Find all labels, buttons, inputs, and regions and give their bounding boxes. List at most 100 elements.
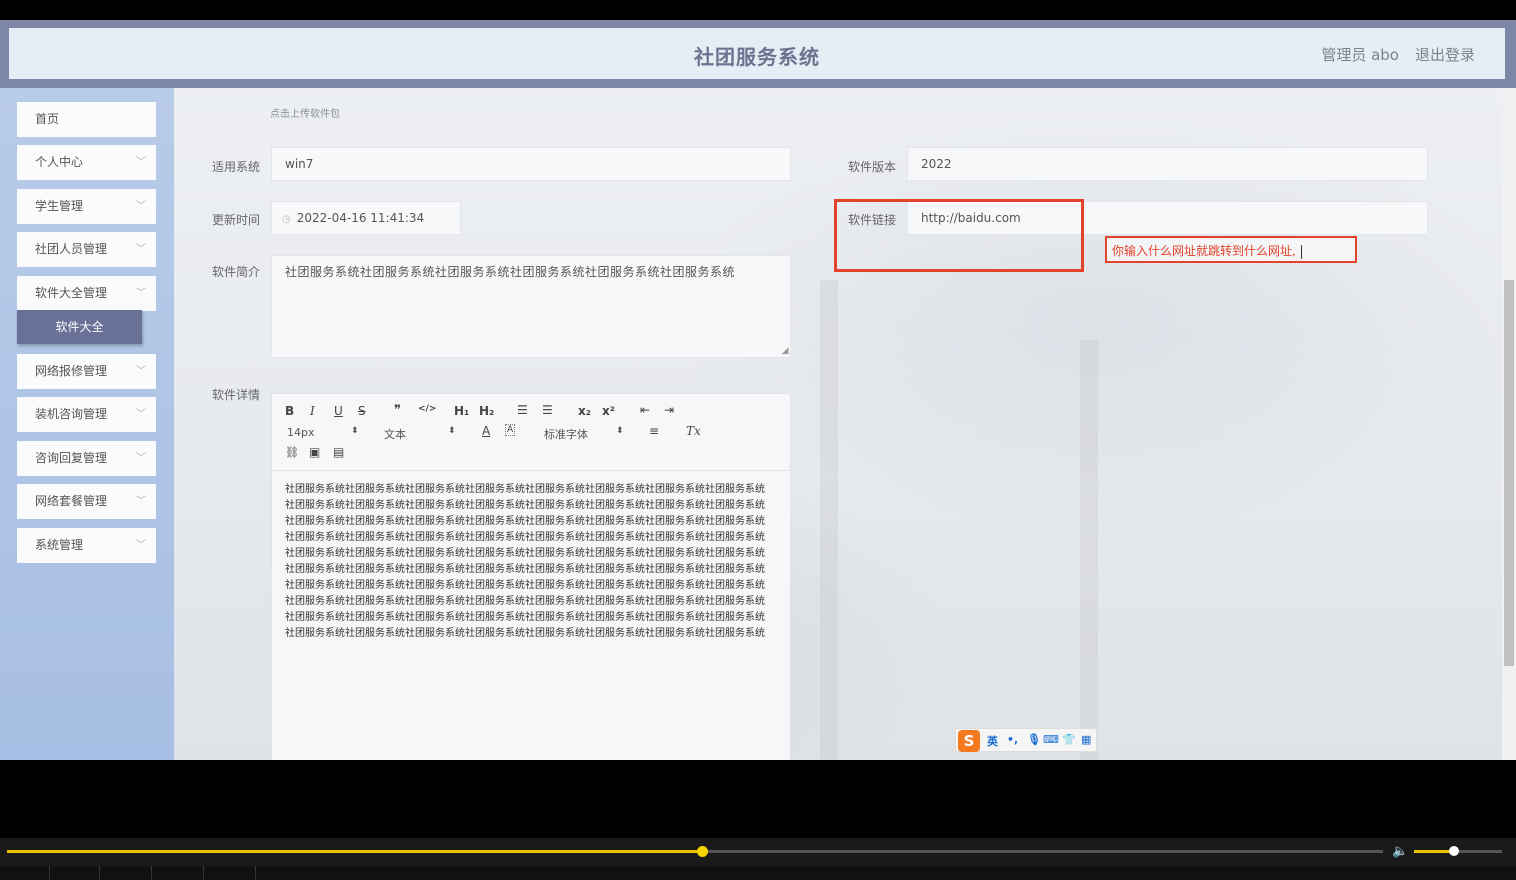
- chevron-down-icon: ﹀: [136, 288, 146, 299]
- grid-icon[interactable]: ▦: [1081, 733, 1091, 746]
- superscript-icon[interactable]: x²: [602, 404, 615, 418]
- sidebar-item-label: 首页: [35, 112, 60, 126]
- version-label: 软件版本: [847, 160, 896, 174]
- sidebar-item-repair[interactable]: 网络报修管理 ﹀: [17, 354, 156, 389]
- background-color-icon[interactable]: A: [505, 424, 516, 436]
- main-content: 点击上传软件包 适用系统 win7 软件版本 2022 更新时间 ◷ 2022-0…: [174, 88, 1502, 760]
- progress-fill: [7, 850, 702, 853]
- italic-icon[interactable]: I: [310, 404, 315, 418]
- page-scrollbar[interactable]: [1502, 88, 1516, 760]
- font-color-icon[interactable]: A: [482, 424, 490, 438]
- sidebar-item-reply[interactable]: 咨询回复管理 ﹀: [17, 441, 156, 476]
- sidebar-item-members[interactable]: 社团人员管理 ﹀: [17, 232, 156, 267]
- sidebar-item-home[interactable]: 首页: [17, 102, 156, 137]
- sidebar: 首页 个人中心 ﹀ 学生管理 ﹀ 社团人员管理 ﹀ 软件大全管理 ﹀ 软件大全 网络报修…: [0, 88, 174, 760]
- video-frame: 社团服务系统 管理员 abo 退出登录 首页 个人中心 ﹀ 学生管理 ﹀ 社团人员管…: [0, 20, 1516, 760]
- outdent-icon[interactable]: ⇤: [640, 403, 650, 417]
- chevron-down-icon: ﹀: [136, 366, 146, 377]
- volume-icon[interactable]: 🔈: [1392, 844, 1408, 859]
- ime-lang-toggle[interactable]: 英: [987, 733, 998, 749]
- sidebar-item-packages[interactable]: 网络套餐管理 ﹀: [17, 484, 156, 519]
- player-bottom-bar: [0, 866, 1516, 880]
- sidebar-item-system[interactable]: 系统管理 ﹀: [17, 528, 156, 563]
- font-size-select[interactable]: 14px: [287, 426, 315, 439]
- volume-fill: [1414, 850, 1454, 853]
- header: 社团服务系统 管理员 abo 退出登录: [0, 20, 1516, 88]
- volume-slider[interactable]: [1414, 846, 1502, 856]
- sidebar-item-label: 系统管理: [35, 538, 84, 552]
- updated-datepicker[interactable]: ◷ 2022-04-16 11:41:34: [271, 201, 461, 235]
- chevron-updown-icon: ⬍: [616, 426, 624, 436]
- quote-icon[interactable]: ❞: [394, 403, 401, 418]
- progress-handle[interactable]: [696, 846, 708, 857]
- scrollbar-thumb[interactable]: [1504, 280, 1514, 666]
- sogou-logo-icon[interactable]: S: [958, 730, 980, 752]
- sidebar-item-software[interactable]: 软件大全管理 ﹀: [17, 276, 156, 311]
- annotation-note-text: 你输入什么网址就跳转到什么网址,: [1112, 244, 1296, 258]
- underline-icon[interactable]: U: [334, 404, 343, 418]
- shirt-icon[interactable]: 👕: [1062, 733, 1076, 746]
- chevron-down-icon: ﹀: [136, 453, 146, 464]
- volume-handle[interactable]: [1448, 846, 1459, 856]
- ime-toolbar: S 英 •, 🎙 ⌨ 👕 ▦: [955, 728, 1097, 752]
- os-input[interactable]: win7: [271, 147, 791, 181]
- sidebar-item-label: 网络报修管理: [35, 364, 108, 378]
- sidebar-item-label: 装机咨询管理: [35, 407, 108, 421]
- updated-label: 更新时间: [211, 213, 260, 227]
- annotation-note: 你输入什么网址就跳转到什么网址,: [1105, 236, 1357, 263]
- keyboard-icon[interactable]: ⌨: [1043, 733, 1059, 746]
- ordered-list-icon[interactable]: ☰: [517, 403, 528, 417]
- progress-bar[interactable]: [7, 846, 1383, 857]
- h1-icon[interactable]: H₁: [454, 404, 469, 418]
- intro-textarea[interactable]: 社团服务系统社团服务系统社团服务系统社团服务系统社团服务系统社团服务系统 ◢: [271, 255, 791, 358]
- sidebar-subitem-software-list[interactable]: 软件大全: [17, 310, 142, 344]
- ime-punct-toggle[interactable]: •,: [1007, 733, 1018, 746]
- bullet-list-icon[interactable]: ☰: [542, 403, 553, 417]
- os-label: 适用系统: [211, 160, 260, 174]
- code-icon[interactable]: </>: [418, 404, 436, 414]
- header-bar: 社团服务系统 管理员 abo 退出登录: [9, 28, 1505, 79]
- video-icon[interactable]: ▤: [333, 445, 344, 459]
- font-family-select[interactable]: 标准字体: [544, 426, 588, 442]
- h2-icon[interactable]: H₂: [479, 404, 494, 418]
- bold-icon[interactable]: B: [285, 404, 294, 418]
- clear-format-icon[interactable]: Tx: [686, 424, 701, 438]
- chevron-down-icon: ﹀: [136, 540, 146, 551]
- chevron-updown-icon: ⬍: [351, 426, 359, 436]
- version-input[interactable]: 2022: [907, 147, 1428, 181]
- sidebar-item-profile[interactable]: 个人中心 ﹀: [17, 145, 156, 180]
- upload-hint[interactable]: 点击上传软件包: [270, 105, 340, 120]
- resize-handle-icon[interactable]: ◢: [782, 346, 789, 356]
- player-segment: [0, 866, 50, 880]
- editor-toolbar: B I U S ❞ </> H₁ H₂ ☰ ☰ x₂ x² ⇤ ⇥ 14px ⬍…: [272, 394, 790, 471]
- player-segment: [152, 866, 204, 880]
- link-icon[interactable]: ⛓: [285, 446, 299, 459]
- player-segment: [50, 866, 100, 880]
- user-label: 管理员 abo: [1321, 46, 1399, 64]
- page-title: 社团服务系统: [694, 45, 820, 69]
- logout-link[interactable]: 退出登录: [1415, 44, 1475, 65]
- text-caret: [1300, 244, 1302, 259]
- video-player-controls: 🔈: [0, 838, 1516, 880]
- detail-label: 软件详情: [211, 388, 260, 402]
- annotation-highlight-box: [834, 199, 1084, 272]
- sidebar-item-label: 软件大全管理: [35, 286, 108, 300]
- strike-icon[interactable]: S: [358, 404, 366, 418]
- image-icon[interactable]: ▣: [309, 445, 320, 459]
- intro-text: 社团服务系统社团服务系统社团服务系统社团服务系统社团服务系统社团服务系统: [285, 265, 736, 279]
- rich-text-editor: B I U S ❞ </> H₁ H₂ ☰ ☰ x₂ x² ⇤ ⇥ 14px ⬍…: [271, 393, 791, 760]
- sidebar-item-label: 个人中心: [35, 155, 84, 169]
- intro-label: 软件简介: [211, 265, 260, 279]
- sidebar-item-label: 网络套餐管理: [35, 494, 108, 508]
- sidebar-item-install-consult[interactable]: 装机咨询管理 ﹀: [17, 397, 156, 432]
- subscript-icon[interactable]: x₂: [578, 404, 591, 418]
- editor-content[interactable]: 社团服务系统社团服务系统社团服务系统社团服务系统社团服务系统社团服务系统社团服务…: [285, 482, 773, 642]
- mic-icon[interactable]: 🎙: [1027, 733, 1041, 746]
- chevron-down-icon: ﹀: [136, 409, 146, 420]
- clock-icon: ◷: [282, 214, 291, 225]
- indent-icon[interactable]: ⇥: [664, 403, 674, 417]
- chevron-down-icon: ﹀: [136, 201, 146, 212]
- header-select[interactable]: 文本: [384, 426, 406, 442]
- sidebar-item-students[interactable]: 学生管理 ﹀: [17, 189, 156, 224]
- align-icon[interactable]: ≡: [649, 424, 659, 438]
